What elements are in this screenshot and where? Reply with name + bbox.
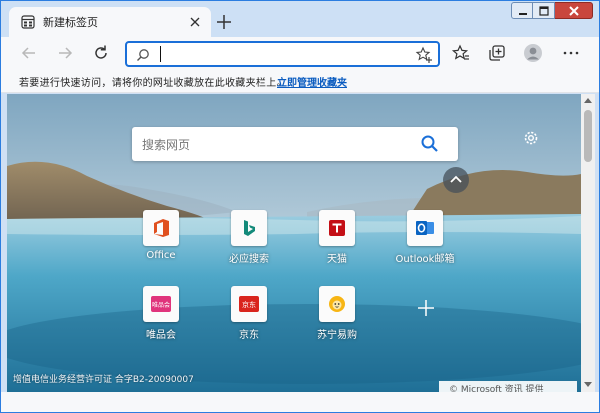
tab-title: 新建标签页 (43, 16, 98, 29)
tile-label: 唯品会 (146, 330, 176, 341)
collections-icon[interactable] (487, 43, 507, 63)
tile-icon-box (231, 210, 267, 246)
favorites-icon[interactable] (451, 43, 471, 63)
jd-logo-text: 京东 (242, 300, 256, 309)
vipshop-logo-text: 唯品会 (152, 301, 170, 309)
scroll-down-arrow-icon[interactable] (584, 382, 592, 387)
tile-label: Office (146, 250, 176, 261)
tile-icon-box: 唯品会 (143, 286, 179, 322)
tile-icon-box (407, 210, 443, 246)
license-text: 增值电信业务经营许可证 合字B2-20090007 (13, 375, 194, 385)
minimize-button[interactable] (511, 2, 533, 19)
tile-office[interactable]: Office (117, 210, 205, 270)
minimize-icon (519, 13, 527, 15)
address-input[interactable] (159, 45, 409, 63)
tab-new-tab[interactable]: 新建标签页 (9, 7, 211, 37)
search-icon (137, 49, 149, 61)
tile-icon-box (319, 210, 355, 246)
manage-favorites-link[interactable]: 立即管理收藏夹 (277, 74, 347, 89)
web-search-box[interactable]: 搜索网页 (132, 127, 458, 161)
tile-tmall[interactable]: 天猫 (293, 210, 381, 270)
search-icon[interactable] (420, 134, 440, 154)
chevron-up-icon (450, 175, 462, 183)
add-favorite-icon[interactable] (415, 46, 433, 64)
tile-jd[interactable]: 京东 京东 (205, 286, 293, 346)
close-icon (569, 6, 579, 16)
jd-icon: 京东 (239, 296, 259, 312)
tile-vipshop[interactable]: 唯品会 唯品会 (117, 286, 205, 346)
vertical-scrollbar[interactable] (581, 94, 595, 392)
outlook-icon (416, 221, 434, 235)
tile-icon-box: 京东 (231, 286, 267, 322)
office-icon (154, 219, 169, 237)
scrollbar-thumb[interactable] (584, 110, 592, 162)
more-icon[interactable] (561, 43, 581, 63)
new-tab-page: 搜索网页 Office 必应搜索 天猫 Outlook邮箱 唯品会 唯品会 京东… (7, 94, 581, 392)
add-shortcut-icon[interactable] (415, 297, 437, 319)
tile-label: Outlook邮箱 (395, 254, 455, 265)
suning-icon (329, 296, 345, 312)
tab-strip: 新建标签页 (1, 1, 599, 37)
scroll-up-arrow-icon[interactable] (584, 98, 592, 103)
gear-icon[interactable] (522, 129, 540, 147)
favorites-hint: 若要进行快速访问，请将你的网址收藏放在此收藏夹栏上。 (19, 78, 287, 89)
tile-label: 苏宁易购 (317, 330, 357, 341)
maximize-button[interactable] (533, 2, 555, 19)
favorites-bar: 若要进行快速访问，请将你的网址收藏放在此收藏夹栏上。 立即管理收藏夹 (1, 69, 599, 93)
toolbar (1, 37, 599, 69)
tile-outlook[interactable]: Outlook邮箱 (381, 210, 469, 270)
back-icon[interactable] (19, 43, 39, 63)
new-tab-plus-icon[interactable] (213, 11, 235, 33)
tile-bing[interactable]: 必应搜索 (205, 210, 293, 270)
collapse-button[interactable] (443, 167, 469, 193)
forward-icon[interactable] (55, 43, 75, 63)
tile-label: 天猫 (327, 254, 347, 265)
tile-suning[interactable]: 苏宁易购 (293, 286, 381, 346)
search-placeholder: 搜索网页 (142, 138, 191, 152)
news-provider-text: © Microsoft 资讯 提供 (449, 385, 544, 392)
tmall-icon (329, 220, 345, 236)
browser-window: 新建标签页 若要进行快速访问，请将你的网址收藏放在此收藏夹栏上。 立即管理收藏夹… (0, 0, 600, 413)
news-provider-badge[interactable]: © Microsoft 资讯 提供 (439, 381, 577, 392)
refresh-icon[interactable] (91, 43, 111, 63)
new-tab-page-icon (21, 15, 35, 29)
text-caret (160, 46, 161, 62)
window-bottom-edge (1, 392, 599, 412)
vipshop-icon: 唯品会 (151, 296, 171, 312)
tile-label: 必应搜索 (229, 254, 269, 265)
maximize-icon (539, 6, 549, 16)
tile-icon-box (319, 286, 355, 322)
tile-icon-box (143, 210, 179, 246)
profile-icon[interactable] (523, 43, 543, 63)
tile-label: 京东 (239, 330, 259, 341)
window-close-button[interactable] (555, 2, 593, 19)
close-tab-icon[interactable] (187, 14, 203, 30)
address-bar[interactable] (125, 41, 440, 67)
bing-icon (244, 220, 255, 236)
